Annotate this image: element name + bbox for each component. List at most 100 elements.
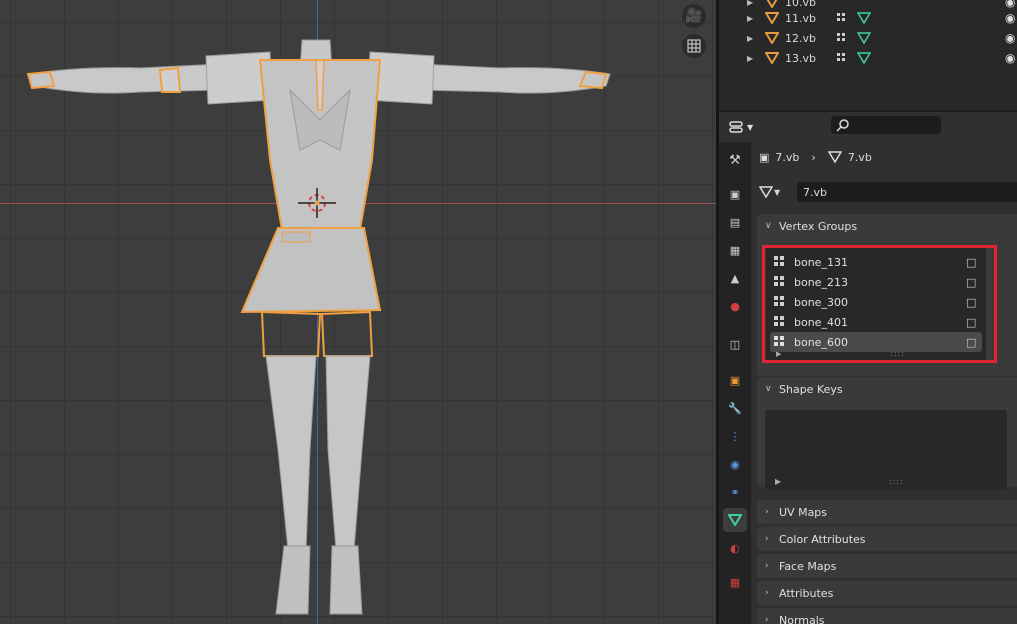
breadcrumb: ▣ 7.vb › 7.vb [759,148,872,166]
panel-title: Normals [779,613,825,624]
mesh-datablock-row: ▼ 7.vb [759,182,1017,202]
chevron-down-icon: ∨ [765,384,772,394]
shape-keys-header[interactable]: ∨ Shape Keys [757,377,1017,401]
eye-icon[interactable]: ◉ [1005,11,1015,25]
output-icon: ▤ [729,215,741,229]
character-model[interactable] [20,30,620,620]
mesh-object-icon [765,32,779,44]
particles-icon: ⋮ [729,429,741,443]
chevron-right-icon: › [765,561,769,571]
chevron-down-icon: ∨ [765,221,772,231]
mesh-data-icon [759,186,773,198]
constraints-icon: ⚭ [730,485,740,499]
mesh-data-icon [857,32,871,44]
tab-material[interactable]: ◐ [723,536,747,560]
tab-physics[interactable]: ◉ [723,452,747,476]
panel-title: Vertex Groups [779,219,858,233]
scene-icon: ▲ [730,271,740,285]
chevron-right-icon: › [765,534,769,544]
outliner-item-label[interactable]: 11.vb [785,12,816,25]
list-resize-grip[interactable]: :::: [889,477,904,486]
outliner-row[interactable]: ▶ 13.vb ◉ [719,48,1017,68]
panel-title: Face Maps [779,559,837,573]
texture-icon: ▦ [729,575,741,589]
3d-viewport[interactable]: 🎥 [0,0,716,624]
expand-arrow-icon[interactable]: ▶ [747,34,753,43]
camera-icon: 🎥 [685,8,703,24]
tab-particles[interactable]: ⋮ [723,424,747,448]
tab-tool[interactable]: ⚒ [723,148,747,172]
outliner[interactable]: ▶ 10.vb ◉ ▶ 11.vb ◉ ▶ 12.vb ◉ ▶ 13.vb ◉ [719,0,1017,110]
tab-output[interactable]: ▤ [723,210,747,234]
mesh-data-icon [827,151,842,163]
properties-tabs: ⚒ ▣ ▤ ▦ ▲ ● ◫ ▣ 🔧 ⋮ ◉ ⚭ ◐ ▦ [719,142,751,624]
mesh-name-field[interactable]: 7.vb [797,182,1017,202]
chevron-down-icon: ▼ [774,187,781,197]
eye-icon[interactable]: ◉ [1005,51,1015,65]
tab-modifiers[interactable]: 🔧 [723,396,747,420]
expand-arrow-icon[interactable]: ▶ [747,0,753,7]
face-maps-panel[interactable]: › Face Maps [757,554,1017,578]
grid-icon [687,39,701,53]
properties-header: ▼ [719,112,1017,140]
search-icon [836,119,849,132]
vertex-groups-icon [837,53,845,61]
eye-icon[interactable]: ◉ [1005,31,1015,45]
normals-panel[interactable]: › Normals [757,608,1017,624]
breadcrumb-separator-icon: › [811,150,816,164]
vertex-groups-icon [837,33,845,41]
mesh-data-icon [857,52,871,64]
object-icon: ▣ [729,373,741,387]
material-icon: ◐ [730,541,740,555]
properties-editor-icon [729,121,743,133]
shape-keys-list[interactable]: ▶ :::: [765,410,1007,490]
outliner-row[interactable]: ▶ 11.vb ◉ [719,8,1017,28]
breadcrumb-object: 7.vb [775,150,800,164]
tab-object[interactable]: ▣ [723,368,747,392]
panel-title: Shape Keys [779,382,843,396]
camera-view-button[interactable]: 🎥 [682,4,706,28]
expand-arrow-icon[interactable]: ▶ [747,14,753,23]
vertex-groups-icon [837,13,845,21]
tab-collection[interactable]: ◫ [723,332,747,356]
expand-arrow-icon[interactable]: ▶ [747,54,753,63]
tab-render[interactable]: ▣ [723,182,747,206]
tab-mesh-data[interactable] [723,508,747,532]
mesh-object-icon [765,12,779,24]
tab-scene[interactable]: ▲ [723,266,747,290]
collection-icon: ◫ [729,337,741,351]
tab-texture[interactable]: ▦ [723,570,747,594]
color-attributes-panel[interactable]: › Color Attributes [757,527,1017,551]
mesh-browse-button[interactable]: ▼ [759,186,780,198]
render-icon: ▣ [729,187,741,201]
outliner-item-label[interactable]: 13.vb [785,52,816,65]
tab-view-layer[interactable]: ▦ [723,238,747,262]
tab-world[interactable]: ● [723,294,747,318]
outliner-row[interactable]: ▶ 12.vb ◉ [719,28,1017,48]
uv-maps-panel[interactable]: › UV Maps [757,500,1017,524]
ortho-toggle-button[interactable] [682,34,706,58]
breadcrumb-mesh: 7.vb [847,150,872,164]
properties-content: ▣ 7.vb › 7.vb ▼ 7.vb ∨ Vertex Groups ∨ S… [751,140,1017,624]
chevron-right-icon: › [765,615,769,624]
view-layer-icon: ▦ [729,243,741,257]
panel-title: Attributes [779,586,834,600]
editor-type-dropdown[interactable]: ▼ [729,118,757,136]
wrench-icon: 🔧 [728,401,742,415]
object-icon: ▣ [759,150,770,164]
chevron-right-icon: › [765,507,769,517]
tab-constraints[interactable]: ⚭ [723,480,747,504]
outliner-item-label[interactable]: 12.vb [785,32,816,45]
mesh-data-icon [857,12,871,24]
world-icon: ● [730,299,740,313]
expand-arrow-icon[interactable]: ▶ [775,477,781,486]
physics-icon: ◉ [730,457,740,471]
highlight-annotation-box [762,245,997,363]
mesh-object-icon [766,0,778,8]
vertex-groups-header[interactable]: ∨ Vertex Groups [757,214,1017,238]
panel-title: Color Attributes [779,532,866,546]
properties-search-input[interactable] [831,116,941,134]
mesh-object-icon [765,52,779,64]
attributes-panel[interactable]: › Attributes [757,581,1017,605]
properties-editor[interactable]: ▼ ⚒ ▣ ▤ ▦ ▲ ● ◫ ▣ 🔧 ⋮ ◉ ⚭ ◐ ▦ ▣ 7.vb › 7… [719,112,1017,624]
